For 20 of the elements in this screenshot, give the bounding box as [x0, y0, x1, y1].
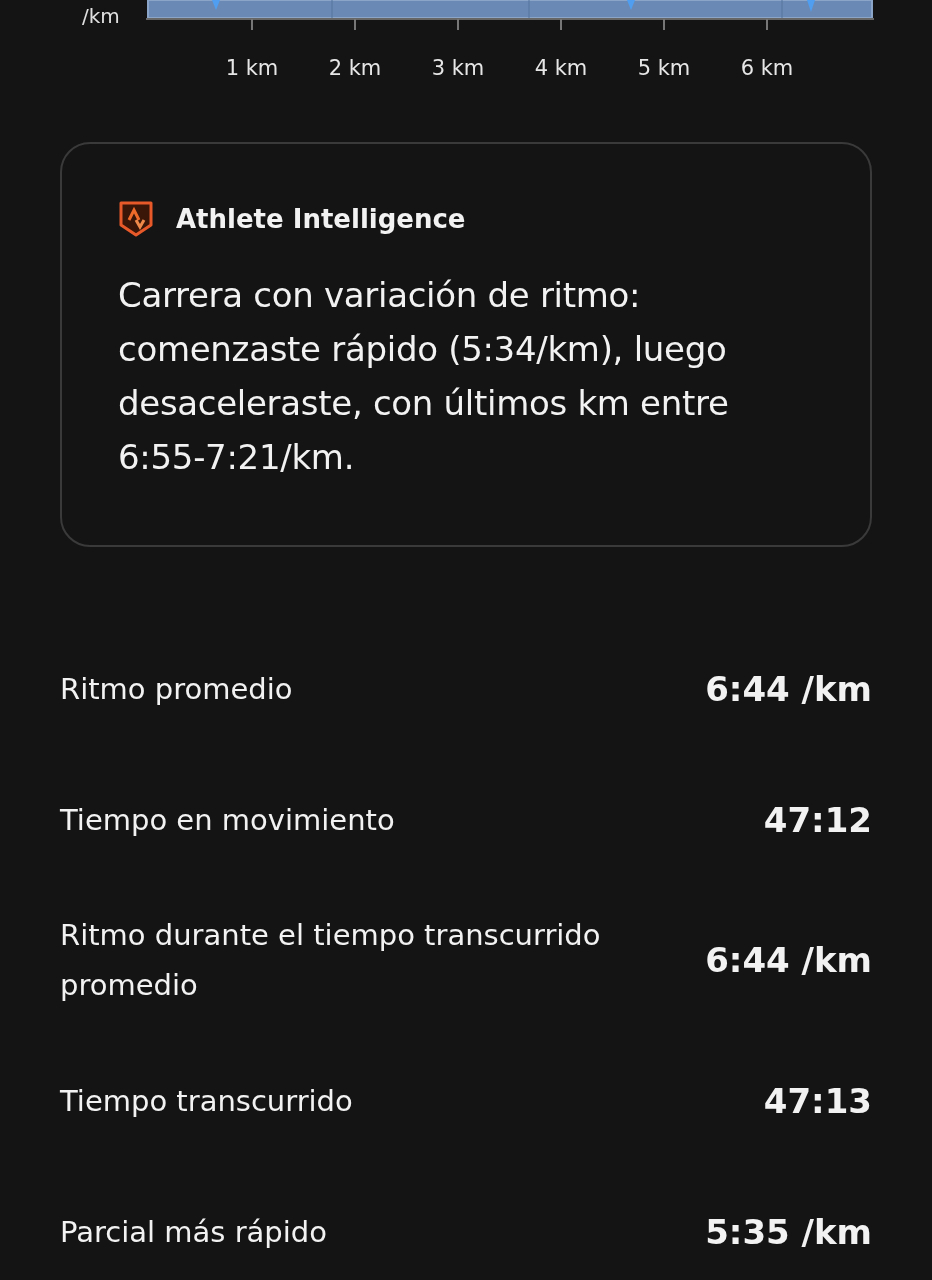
stat-value: 47:13 [763, 1080, 872, 1121]
stat-value: 47:12 [763, 799, 872, 840]
stat-label: Parcial más rápido [60, 1213, 327, 1251]
axis-tick-label: 3 km [431, 56, 485, 80]
stat-value: 6:44 /km [705, 940, 872, 980]
axis-unit-label: /km [82, 4, 120, 28]
stat-value: 6:44 /km [705, 668, 872, 709]
insight-text: Carrera con variación de ritmo: comenzaste rápido (5:34/km), luego desaceleraste, con últimos km entre 6:55-7:21/km. [118, 274, 730, 479]
axis-tick-label: 2 km [328, 56, 382, 80]
stat-label: Tiempo en movimiento [60, 801, 395, 839]
stat-value: 5:35 /km [705, 1211, 872, 1252]
axis-tick-label: 5 km [637, 56, 691, 80]
stat-label: Ritmo durante el tiempo transcurrido promedio [60, 917, 602, 1004]
stat-label: Tiempo transcurrido [60, 1082, 353, 1120]
insight-title: Athlete Intelligence [176, 204, 466, 234]
shield-logo-icon [118, 200, 154, 238]
stat-label: Ritmo promedio [60, 670, 293, 708]
axis-tick-label: 6 km [740, 56, 794, 80]
axis-tick-label: 1 km [225, 56, 279, 80]
axis-tick-label: 4 km [534, 56, 588, 80]
